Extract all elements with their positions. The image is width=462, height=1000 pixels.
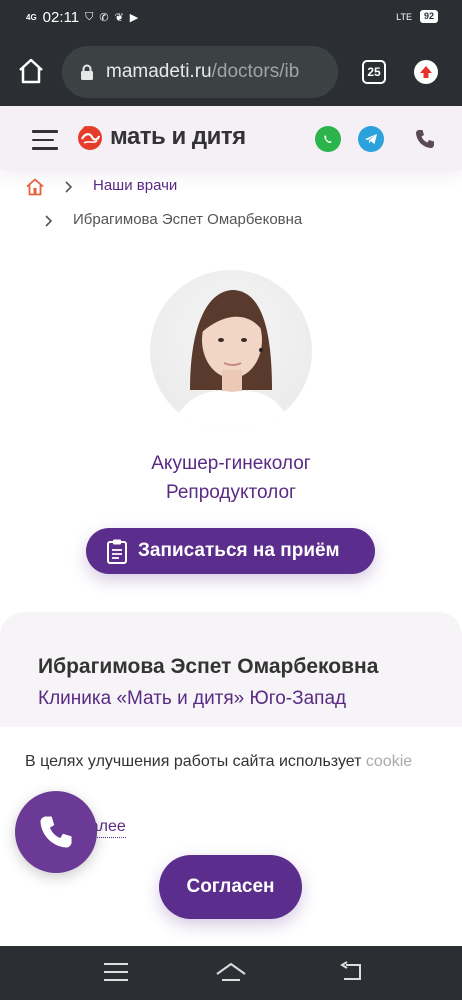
cookie-text-faded: cookie: [365, 753, 413, 770]
doctor-specialty: Акушер-гинеколог: [151, 453, 311, 474]
chevron-right-icon: [65, 181, 73, 193]
call-button[interactable]: [15, 791, 97, 873]
youtube-icon: ▶: [129, 12, 139, 24]
url-domain: mamadeti.ru: [106, 61, 212, 82]
breadcrumb-home-icon[interactable]: [25, 177, 45, 197]
site-header: мать и дитя: [0, 106, 462, 170]
agree-button[interactable]: Согласен: [159, 855, 302, 919]
doctor-photo: [150, 270, 312, 432]
breadcrumb-current: Ибрагимова Эспет Омарбековна: [73, 211, 303, 228]
logo-mark-icon: [78, 126, 102, 150]
status-left: 4G 02:11 ⛉ ✆ ❦ ▶: [26, 9, 138, 26]
book-appointment-label: Записаться на приём: [138, 540, 340, 561]
doctor-name: Ибрагимова Эспет Омарбековна: [38, 655, 379, 678]
battery-icon: 92: [419, 10, 438, 23]
doctor-portrait: [172, 290, 292, 432]
book-appointment-button[interactable]: Записаться на приём: [86, 528, 375, 574]
status-right: LTE 92: [396, 10, 438, 23]
logo-text: мать и дитя: [110, 123, 246, 150]
burger-icon[interactable]: [32, 130, 58, 150]
url-text: mamadeti.ru/doctors/ib: [106, 61, 299, 83]
address-bar[interactable]: mamadeti.ru/doctors/ib: [62, 46, 338, 98]
clock: 02:11: [42, 9, 80, 26]
lock-icon: [81, 64, 93, 80]
clipboard-icon: [107, 539, 127, 564]
status-bar: 4G 02:11 ⛉ ✆ ❦ ▶ LTE 92: [0, 0, 462, 36]
notification-icons: ⛉ ✆ ❦ ▶: [85, 11, 138, 24]
shield-icon: ⛉: [85, 11, 94, 23]
tabs-icon[interactable]: 25: [362, 60, 386, 84]
lte-indicator: LTE: [396, 11, 412, 22]
url-path: /doctors/ib: [211, 61, 300, 82]
phone-icon[interactable]: [414, 128, 436, 150]
network-indicator: 4G: [26, 13, 37, 22]
missed-call-icon: ✆: [99, 12, 109, 24]
cookie-text: В целях улучшения работы сайта используе…: [25, 751, 425, 773]
doctor-specialty: Репродуктолог: [166, 482, 296, 503]
site-logo[interactable]: мать и дитя: [76, 123, 246, 151]
cookie-text-main: В целях улучшения работы сайта используе…: [25, 753, 362, 770]
home-icon[interactable]: [16, 56, 46, 86]
system-nav-bar: [0, 946, 462, 1000]
breadcrumb-doctors-link[interactable]: Наши врачи: [93, 177, 177, 194]
chevron-right-icon: [45, 215, 53, 227]
nav-home-icon[interactable]: [214, 960, 248, 984]
update-icon[interactable]: [414, 60, 438, 84]
whatsapp-icon[interactable]: [315, 126, 341, 152]
browser-toolbar: mamadeti.ru/doctors/ib 25: [0, 36, 462, 106]
phone-icon: [40, 816, 72, 848]
leaf-icon: ❦: [114, 12, 124, 24]
nav-back-icon[interactable]: [338, 961, 364, 983]
telegram-icon[interactable]: [358, 126, 384, 152]
nav-menu-icon[interactable]: [104, 963, 128, 981]
clinic-link[interactable]: Клиника «Мать и дитя» Юго-Запад: [38, 688, 346, 710]
